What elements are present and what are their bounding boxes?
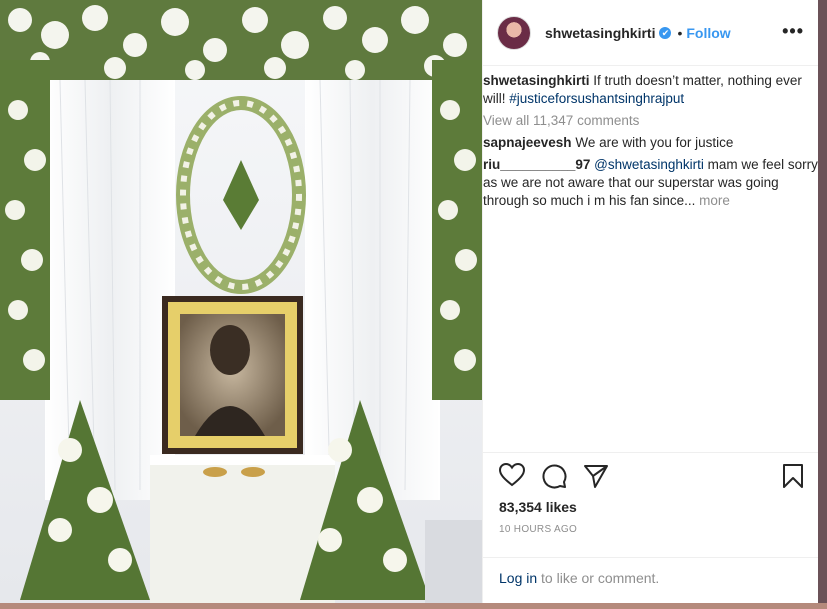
more-options-icon[interactable]: ••• bbox=[782, 22, 804, 40]
post-author-username[interactable]: shwetasinghkirti bbox=[545, 25, 655, 41]
comments-section: shwetasinghkirti If truth doesn’t matter… bbox=[483, 66, 818, 452]
action-icons bbox=[499, 463, 609, 489]
follow-button[interactable]: Follow bbox=[686, 25, 730, 41]
scroll-gutter bbox=[817, 0, 827, 609]
post-header: shwetasinghkirti ✔ • Follow ••• bbox=[483, 0, 818, 66]
comment-item: sapnajeevesh We are with you for justice bbox=[483, 134, 818, 152]
comment-more-link[interactable]: more bbox=[699, 193, 730, 208]
post-image[interactable] bbox=[0, 0, 482, 603]
avatar[interactable] bbox=[497, 15, 531, 50]
login-prompt-rest: to like or comment. bbox=[541, 570, 660, 586]
header-separator: • bbox=[677, 24, 683, 41]
login-link[interactable]: Log in bbox=[499, 570, 537, 586]
post-actions: 83,354 likes 10 HOURS AGO Log in to like… bbox=[483, 452, 818, 603]
caption: shwetasinghkirti If truth doesn’t matter… bbox=[483, 72, 818, 108]
view-all-comments-link[interactable]: View all 11,347 comments bbox=[483, 112, 818, 130]
comment-username[interactable]: riu__________97 bbox=[483, 157, 590, 172]
caption-hashtag[interactable]: #justiceforsushantsinghrajput bbox=[509, 91, 684, 106]
comment-item: riu__________97 @shwetasinghkirti mam we… bbox=[483, 156, 818, 210]
caption-username[interactable]: shwetasinghkirti bbox=[483, 73, 590, 88]
bookmark-icon[interactable] bbox=[782, 463, 804, 489]
comment-icon[interactable] bbox=[541, 463, 567, 489]
verified-badge-icon: ✔ bbox=[659, 26, 672, 39]
login-prompt-text: Log in to like or comment. bbox=[499, 570, 659, 586]
post-sidebar: shwetasinghkirti ✔ • Follow ••• shwetasi… bbox=[482, 0, 818, 603]
post-timestamp[interactable]: 10 HOURS AGO bbox=[499, 524, 577, 535]
comment-mention[interactable]: @shwetasinghkirti bbox=[594, 157, 704, 172]
login-prompt: Log in to like or comment. bbox=[483, 557, 818, 604]
likes-count[interactable]: 83,354 likes bbox=[499, 499, 577, 515]
comment-text: We are with you for justice bbox=[575, 135, 734, 150]
heart-icon[interactable] bbox=[499, 463, 525, 489]
share-icon[interactable] bbox=[583, 463, 609, 489]
altar-photo-illustration bbox=[0, 0, 482, 603]
comment-username[interactable]: sapnajeevesh bbox=[483, 135, 572, 150]
